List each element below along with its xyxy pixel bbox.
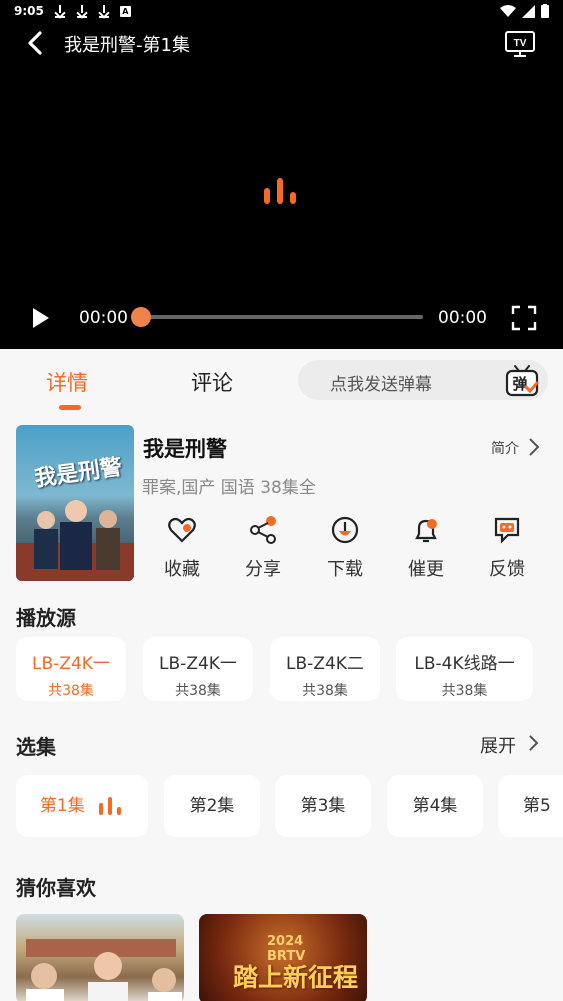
total-time: 00:00 [438,308,487,328]
card-poster-art [26,939,182,1001]
share-label: 分享 [245,559,281,580]
favorite-button[interactable]: 收藏 [152,515,212,581]
download-label: 下载 [327,559,363,580]
download-icon [331,516,359,544]
chevron-right-icon[interactable] [528,437,540,457]
show-title: 我是刑警 [143,437,227,461]
source-count: 共38集 [175,683,221,699]
source-option[interactable]: LB-4K线路一 共38集 [396,637,533,701]
fullscreen-icon[interactable] [511,305,537,331]
feedback-label: 反馈 [489,559,525,580]
urge-update-button[interactable]: 催更 [396,515,456,581]
episode-item[interactable]: 第5 [498,775,563,837]
download-notif-icon [54,4,66,18]
share-icon [250,516,276,544]
playing-bars-icon [99,797,122,815]
status-time: 9:05 [14,4,44,18]
card-title: 踏上新征程 [233,963,359,992]
status-bar: 9:05 A [14,2,131,20]
episode-label: 第1集 [39,796,85,816]
tv-label: TV [514,38,527,49]
episode-label: 第2集 [189,796,235,816]
recommend-card[interactable]: 2024 BRTV 踏上新征程 [199,914,367,1001]
source-option[interactable]: LB-Z4K二 共38集 [270,637,380,701]
danmu-icon[interactable]: 弹 [504,362,540,398]
recommend-heading: 猜你喜欢 [16,876,96,900]
danmu-placeholder: 点我发送弹幕 [330,375,432,395]
app-notif-icon: A [119,5,131,17]
video-title: 我是刑警-第1集 [64,35,190,56]
urge-update-label: 催更 [408,559,444,580]
episode-item[interactable]: 第2集 [164,775,260,837]
feedback-icon [494,517,520,544]
progress-knob[interactable] [131,307,151,327]
source-count: 共38集 [302,683,348,699]
signal-icon [522,4,535,18]
bell-icon [415,519,437,543]
download-button[interactable]: 下载 [315,515,375,581]
episode-item[interactable]: 第1集 [16,775,148,837]
cast-tv-icon[interactable]: TV [504,30,536,58]
intro-link[interactable]: 简介 [491,438,519,458]
episode-item[interactable]: 第3集 [275,775,371,837]
sources-heading: 播放源 [16,606,76,630]
heart-icon [168,517,196,543]
source-name: LB-4K线路一 [414,654,515,674]
recommend-card[interactable] [16,914,184,1001]
wifi-icon [500,4,516,17]
source-name: LB-Z4K一 [32,654,110,674]
source-count: 共38集 [441,683,488,699]
source-name: LB-Z4K一 [159,654,237,674]
download-notif-icon [98,4,110,18]
source-option[interactable]: LB-Z4K一 共38集 [143,637,253,701]
back-icon[interactable] [24,30,48,56]
show-meta: 罪案,国产 国语 38集全 [142,478,316,498]
favorite-label: 收藏 [164,559,200,580]
download-notif-icon [76,4,88,18]
feedback-button[interactable]: 反馈 [477,515,537,581]
show-poster[interactable]: 我是刑警 [16,425,134,581]
episode-item[interactable]: 第4集 [387,775,483,837]
episode-label: 第3集 [300,796,346,816]
chevron-right-icon[interactable] [528,734,539,752]
source-name: LB-Z4K二 [286,654,364,674]
expand-link[interactable]: 展开 [480,732,516,758]
episode-label: 第5 [523,796,551,816]
video-player[interactable]: 9:05 A 我是刑警-第1集 TV 00:00 00:00 [0,0,563,349]
source-option[interactable]: LB-Z4K一 共38集 [16,637,126,701]
current-time: 00:00 [79,308,128,328]
system-icons [500,2,549,20]
loading-bars-icon [264,178,296,204]
share-button[interactable]: 分享 [233,515,293,581]
tab-comments[interactable]: 评论 [191,367,233,397]
play-icon[interactable] [30,305,52,331]
source-count: 共38集 [48,683,94,699]
episodes-heading: 选集 [16,735,56,759]
progress-track[interactable] [140,315,423,319]
episode-label: 第4集 [412,796,458,816]
battery-icon [541,4,549,18]
tab-detail[interactable]: 详情 [46,367,88,397]
tab-underline [59,405,81,410]
danmu-input[interactable]: 点我发送弹幕 弹 [298,360,548,400]
danmu-icon-label: 弹 [512,375,527,393]
